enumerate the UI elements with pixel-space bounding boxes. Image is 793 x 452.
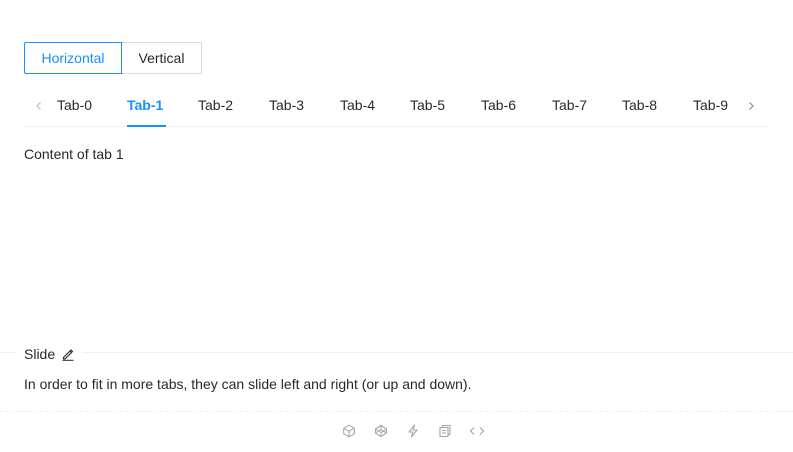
tab-7[interactable]: Tab-7 [552,86,587,126]
tab-6[interactable]: Tab-6 [481,86,516,126]
tab-0[interactable]: Tab-0 [57,86,92,126]
tab-9[interactable]: Tab-9 [693,86,728,126]
demo-title-text: Slide [24,346,56,362]
edit-icon[interactable] [61,347,75,361]
code-icon[interactable] [468,422,486,440]
tab-ink-bar [127,125,166,127]
demo-description: In order to fit in more tabs, they can s… [24,376,472,392]
tab-3[interactable]: Tab-3 [269,86,304,126]
chevron-left-icon[interactable] [27,86,51,126]
code-box-actions [340,422,486,440]
tab-bar: Tab-0 Tab-1 Tab-2 Tab-3 Tab-4 Tab-5 Tab-… [24,86,768,127]
tab-2[interactable]: Tab-2 [198,86,233,126]
code-box: Horizontal Vertical Tab-0 Tab-1 Tab-2 Ta… [0,0,793,452]
tab-4[interactable]: Tab-4 [340,86,375,126]
mode-radio-group: Horizontal Vertical [24,42,202,74]
meta-divider [0,352,793,353]
tab-1[interactable]: Tab-1 [127,86,163,126]
codesandbox-icon[interactable] [340,422,358,440]
thunderbolt-icon[interactable] [404,422,422,440]
codepen-icon[interactable] [372,422,390,440]
copy-icon[interactable] [436,422,454,440]
tab-8[interactable]: Tab-8 [622,86,657,126]
mode-option-horizontal[interactable]: Horizontal [24,42,122,74]
tab-panel-content: Content of tab 1 [24,146,124,162]
actions-divider [0,411,793,412]
chevron-right-icon[interactable] [739,86,763,126]
tab-5[interactable]: Tab-5 [410,86,445,126]
demo-title: Slide [16,345,84,363]
mode-option-vertical[interactable]: Vertical [122,42,202,74]
